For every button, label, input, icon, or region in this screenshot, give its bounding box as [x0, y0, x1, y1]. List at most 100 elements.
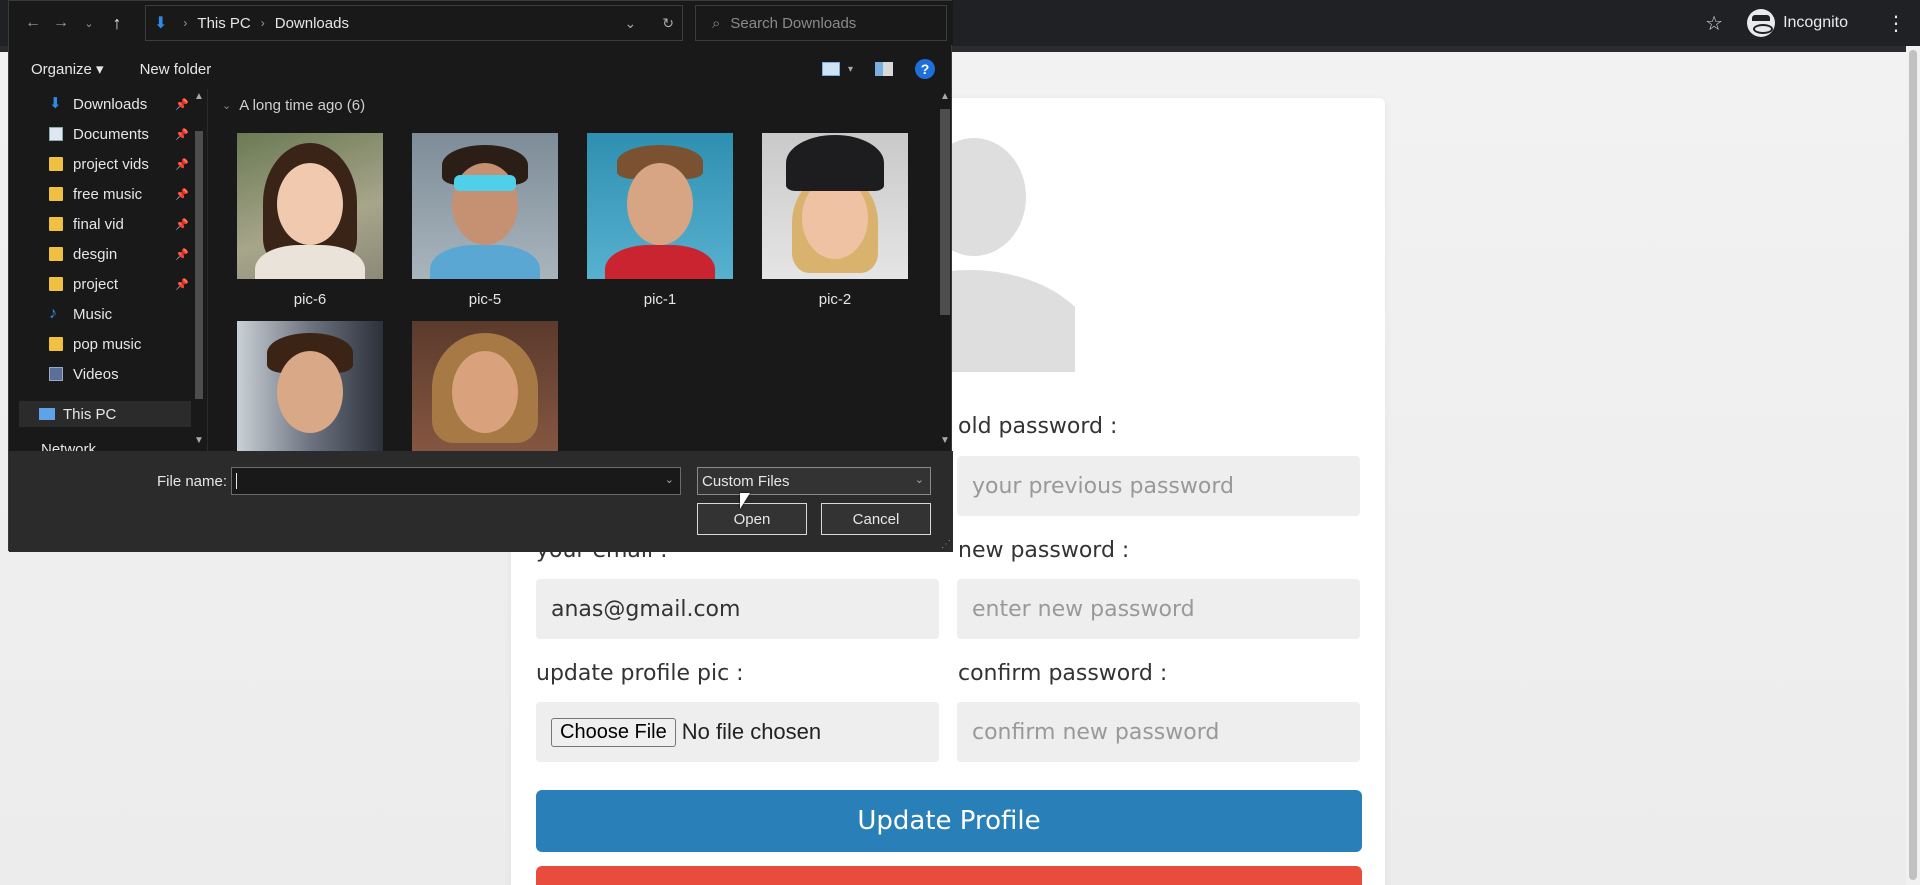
resize-grip-icon[interactable]: ⋰ [941, 539, 951, 550]
nav-item-free-music[interactable]: free music 📌 [49, 181, 189, 207]
confirm-password-input[interactable]: confirm new password [957, 702, 1360, 762]
address-bar[interactable]: ⬇ › This PC › Downloads ⌄ ↻ [145, 5, 683, 41]
scroll-down-icon[interactable]: ▼ [940, 435, 950, 446]
refresh-icon[interactable]: ↻ [662, 15, 674, 32]
file-thumbnail[interactable]: pic-5 [411, 133, 559, 308]
back-arrow-icon[interactable]: ← [19, 14, 47, 32]
scroll-up-icon[interactable]: ▲ [940, 91, 950, 102]
nav-item-label: free music [73, 185, 143, 203]
address-history-chevron-icon[interactable]: ⌄ [625, 15, 637, 32]
music-icon: ♪ [49, 305, 57, 322]
video-icon [49, 367, 63, 381]
nav-item-network[interactable]: Network [41, 441, 96, 451]
scroll-down-icon[interactable]: ▼ [194, 435, 204, 446]
folder-icon [49, 157, 63, 171]
go-back-button[interactable] [536, 866, 1362, 885]
search-box[interactable]: ⌕ Search Downloads [695, 5, 947, 41]
nav-item-final-vid[interactable]: final vid 📌 [49, 211, 189, 237]
browser-menu-icon[interactable]: ⋮ [1886, 11, 1906, 36]
file-image-thumbnail [237, 321, 383, 451]
file-image-thumbnail [762, 133, 908, 279]
file-list-scrollbar-thumb[interactable] [940, 109, 950, 315]
file-image-thumbnail [412, 133, 558, 279]
file-list-scrollbar[interactable]: ▲ ▼ [937, 89, 953, 451]
recent-locations-chevron-icon[interactable]: ⌄ [75, 17, 103, 30]
dialog-toolbar-right: ▾ ? [821, 49, 935, 89]
forward-arrow-icon[interactable]: → [47, 14, 75, 32]
incognito-indicator[interactable]: Incognito [1747, 9, 1848, 37]
organize-menu[interactable]: Organize ▾ [31, 60, 104, 78]
navigation-scrollbar-thumb[interactable] [195, 131, 203, 399]
pin-icon: 📌 [175, 188, 189, 201]
file-name-dropdown-chevron-icon[interactable]: ⌄ [665, 473, 674, 486]
file-thumbnail[interactable]: pic-6 [236, 133, 384, 308]
nav-item-label: This PC [63, 405, 117, 423]
download-location-icon: ⬇ [154, 15, 168, 32]
nav-item-music[interactable]: ♪ Music [49, 301, 189, 327]
update-profile-button[interactable]: Update Profile [536, 790, 1362, 852]
bookmark-star-icon[interactable]: ☆ [1705, 11, 1723, 36]
thumbnail-face-shape [277, 163, 343, 245]
nav-item-desgin[interactable]: desgin 📌 [49, 241, 189, 267]
breadcrumb-separator-icon: › [260, 16, 265, 30]
pin-icon: 📌 [175, 278, 189, 291]
folder-icon [49, 217, 63, 231]
thumbnail-face-shape [277, 351, 343, 433]
choose-file-button[interactable]: Choose File [551, 717, 676, 747]
file-thumbnail[interactable] [236, 321, 384, 451]
search-icon: ⌕ [712, 14, 721, 32]
help-icon[interactable]: ? [915, 59, 935, 79]
thumbnail-face-shape [627, 163, 693, 245]
old-password-label: old password : [958, 414, 1118, 439]
navigation-pane: ⬇ Downloads 📌 Documents 📌 project vids 📌 fre… [9, 89, 207, 451]
preview-pane-icon[interactable] [875, 62, 893, 76]
file-type-selected: Custom Files [702, 472, 790, 490]
breadcrumb-separator-icon: › [183, 16, 188, 30]
group-header[interactable]: ⌄ A long time ago (6) [222, 97, 365, 114]
dialog-footer: File name: ⌄ Custom Files ⌄ Open Cancel … [9, 451, 953, 552]
file-type-select[interactable]: Custom Files ⌄ [697, 467, 931, 495]
nav-item-project-vids[interactable]: project vids 📌 [49, 151, 189, 177]
pin-icon: 📌 [175, 98, 189, 111]
file-thumbnail[interactable] [411, 321, 559, 451]
new-folder-button[interactable]: New folder [140, 61, 212, 78]
file-open-dialog: ← → ⌄ ↑ ⬇ › This PC › Downloads ⌄ ↻ ⌕ Se… [8, 0, 953, 552]
new-password-label: new password : [958, 538, 1130, 563]
nav-item-pop-music[interactable]: pop music [49, 331, 189, 357]
nav-item-label: Music [73, 305, 113, 323]
file-name-input[interactable]: ⌄ [231, 467, 681, 495]
profile-pic-file-input[interactable]: Choose File No file chosen [536, 702, 939, 762]
change-view-menu[interactable]: ▾ [821, 62, 853, 76]
old-password-input[interactable]: your previous password [957, 456, 1360, 516]
nav-item-label: desgin [73, 245, 118, 263]
nav-item-downloads[interactable]: ⬇ Downloads 📌 [49, 91, 189, 117]
thumbnail-beanie-shape [786, 135, 884, 191]
file-thumbnail[interactable]: pic-1 [586, 133, 734, 308]
page-scrollbar-thumb[interactable] [1909, 50, 1917, 880]
confirm-password-label: confirm password : [958, 661, 1168, 686]
nav-item-videos[interactable]: Videos [49, 361, 189, 387]
folder-icon [49, 247, 63, 261]
email-input[interactable]: anas@gmail.com [536, 579, 939, 639]
open-button[interactable]: Open [697, 503, 807, 535]
nav-item-label: project vids [73, 155, 149, 173]
download-icon: ⬇ [49, 95, 62, 112]
cancel-button[interactable]: Cancel [821, 503, 931, 535]
navigation-pane-scrollbar[interactable]: ▲ ▼ [193, 91, 207, 451]
breadcrumb-downloads[interactable]: Downloads [275, 15, 349, 32]
thumbnail-face-shape [452, 351, 518, 433]
nav-item-label: Videos [73, 365, 119, 383]
nav-item-this-pc[interactable]: This PC [19, 401, 191, 427]
page-scrollbar[interactable] [1906, 46, 1920, 885]
file-type-chevron-icon: ⌄ [914, 474, 924, 486]
new-password-input[interactable]: enter new password [957, 579, 1360, 639]
thumbnail-sunglasses-shape [454, 175, 516, 191]
file-thumbnail[interactable]: pic-2 [761, 133, 909, 308]
up-arrow-icon[interactable]: ↑ [103, 13, 131, 34]
breadcrumb-this-pc[interactable]: This PC [197, 15, 250, 32]
nav-item-documents[interactable]: Documents 📌 [49, 121, 189, 147]
nav-item-project[interactable]: project 📌 [49, 271, 189, 297]
scroll-up-icon[interactable]: ▲ [194, 91, 204, 102]
view-dropdown-chevron-icon: ▾ [847, 63, 853, 75]
dialog-toolbar: Organize ▾ New folder ▾ ? [9, 49, 953, 89]
